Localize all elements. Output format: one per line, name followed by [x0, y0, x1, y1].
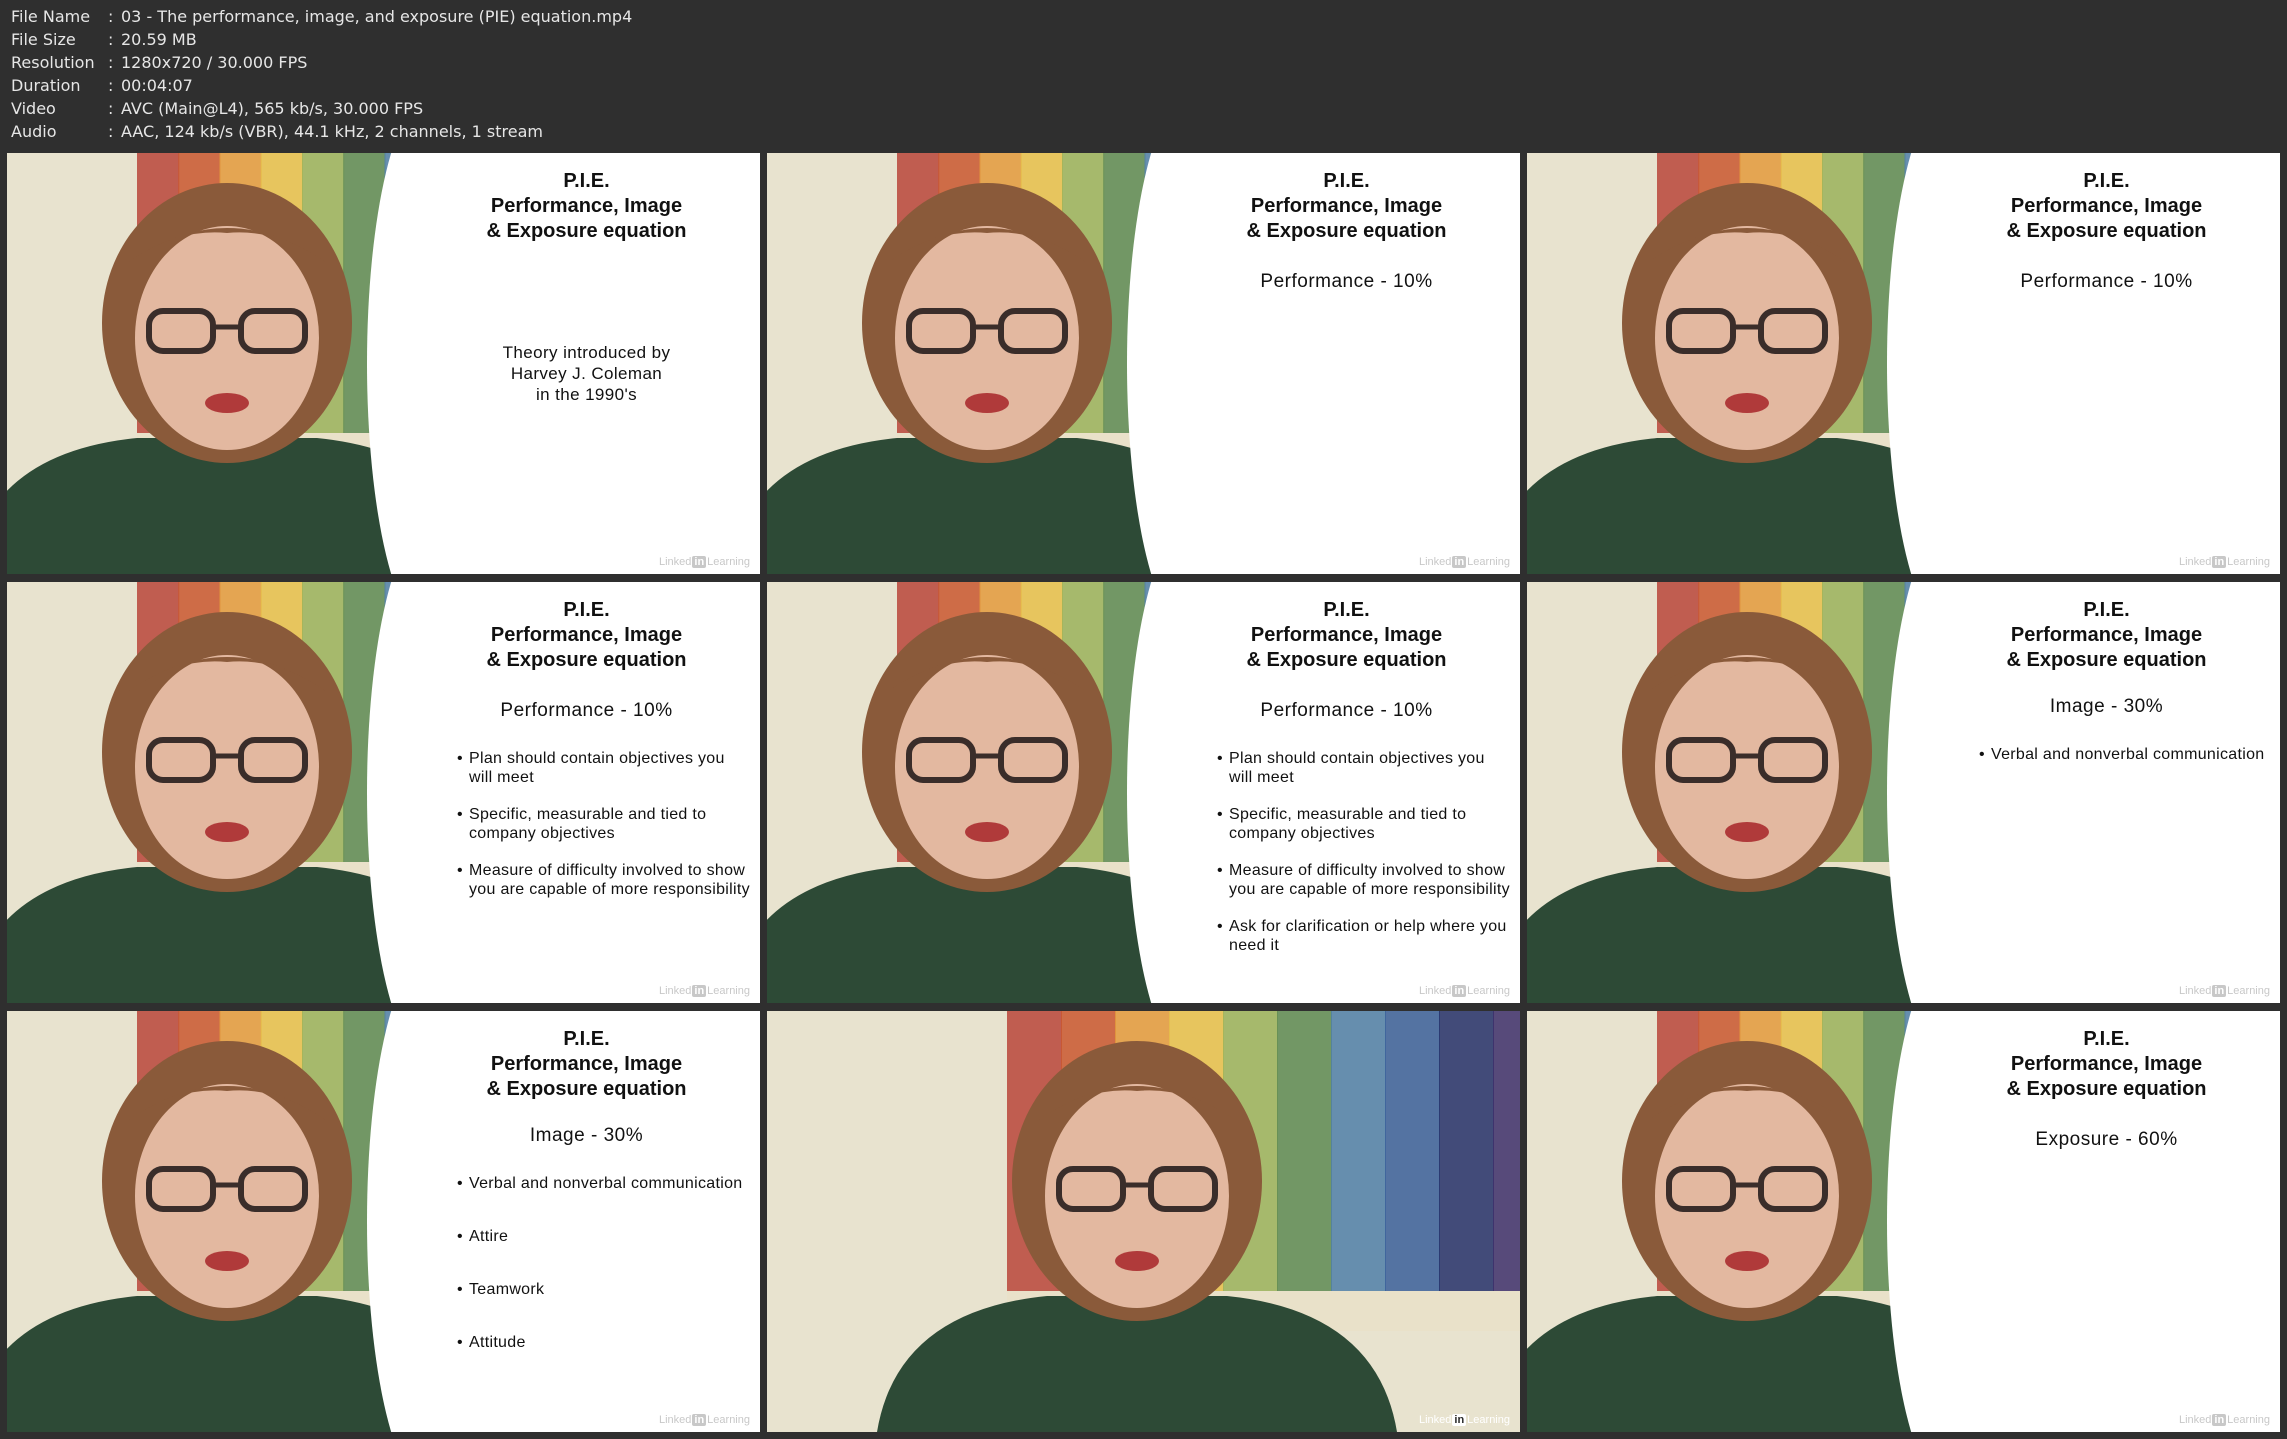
slide-title: P.I.E. Performance, Image & Exposure equat…: [1246, 170, 1447, 242]
linkedin-learning-watermark: Linked in Learning: [1418, 985, 1510, 997]
slide-panel: P.I.E. Performance, Image & Exposure equat…: [1887, 1011, 2280, 1432]
slide-bullet: Plan should contain objectives you will …: [457, 749, 750, 787]
slide-bullet-list: Verbal and nonverbal communication: [1955, 745, 2270, 764]
resolution-label: Resolution: [11, 53, 95, 72]
slide-bullet: Specific, measurable and tied to company…: [457, 805, 750, 843]
thumbnail-grid: P.I.E. Performance, Image & Exposure equat…: [0, 146, 2287, 1439]
slide-subtitle: Performance - 10%: [1260, 271, 1433, 292]
linkedin-learning-watermark: Linked in Learning: [2178, 1414, 2270, 1426]
duration-value: 00:04:07: [121, 76, 193, 95]
slide-subtitle: Image - 30%: [2049, 696, 2164, 717]
slide-title: P.I.E. Performance, Image & Exposure equat…: [486, 1028, 687, 1100]
slide-bullet: Ask for clarification or help where you …: [1217, 917, 1510, 955]
slide-bullet: Measure of difficulty involved to show y…: [1217, 861, 1510, 899]
slide-title: P.I.E. Performance, Image & Exposure equat…: [486, 170, 687, 242]
slide-title: P.I.E. Performance, Image & Exposure equat…: [486, 599, 687, 671]
video-frame-thumbnail: P.I.E. Performance, Image & Exposure equat…: [7, 1011, 760, 1432]
file-name-label: File Name: [11, 7, 91, 26]
slide-bullet: Attitude: [457, 1333, 750, 1352]
linkedin-learning-watermark: Linked in Learning: [2178, 556, 2270, 568]
slide-theory-text: Theory introduced by Harvey J. Coleman in …: [502, 343, 671, 404]
duration-label: Duration: [11, 76, 81, 95]
linkedin-learning-watermark: Linked in Learning: [658, 1414, 750, 1426]
slide-subtitle: Image - 30%: [529, 1125, 644, 1146]
linkedin-learning-watermark: Linked in Learning: [2178, 985, 2270, 997]
file-info-header: File Name : 03 - The performance, image,…: [0, 0, 2287, 146]
slide-panel: P.I.E. Performance, Image & Exposure equat…: [367, 1011, 760, 1432]
file-size-value: 20.59 MB: [121, 30, 197, 49]
linkedin-learning-watermark: Linked in Learning: [1418, 556, 1510, 568]
video-frame-thumbnail: P.I.E. Performance, Image & Exposure equat…: [7, 582, 760, 1003]
linkedin-learning-watermark: Linked in Learning: [658, 985, 750, 997]
slide-title: P.I.E. Performance, Image & Exposure equat…: [2006, 599, 2207, 671]
slide-title: P.I.E. Performance, Image & Exposure equat…: [2006, 170, 2207, 242]
slide-bullet: Specific, measurable and tied to company…: [1217, 805, 1510, 843]
slide-panel: P.I.E. Performance, Image & Exposure equat…: [1127, 153, 1520, 574]
slide-bullet-list: Plan should contain objectives you will …: [435, 749, 750, 899]
linkedin-learning-watermark: Linked in Learning: [1418, 1414, 1510, 1426]
slide-title: P.I.E. Performance, Image & Exposure equat…: [2006, 1028, 2207, 1100]
video-frame-thumbnail: P.I.E. Performance, Image & Exposure equat…: [767, 153, 1520, 574]
slide-panel: P.I.E. Performance, Image & Exposure equat…: [1127, 582, 1520, 1003]
video-value: AVC (Main@L4), 565 kb/s, 30.000 FPS: [121, 99, 424, 118]
video-frame-thumbnail: P.I.E. Performance, Image & Exposure equat…: [767, 582, 1520, 1003]
video-frame-thumbnail: P.I.E. Performance, Image & Exposure equat…: [1527, 1011, 2280, 1432]
video-label: Video: [11, 99, 56, 118]
video-frame-thumbnail: P.I.E. Performance, Image & Exposure equat…: [1527, 153, 2280, 574]
slide-bullet: Verbal and nonverbal communication: [457, 1174, 750, 1193]
slide-bullet: Attire: [457, 1227, 750, 1246]
file-name-value: 03 - The performance, image, and exposur…: [121, 7, 633, 26]
slide-subtitle: Performance - 10%: [1260, 700, 1433, 721]
frame-video-scene: [767, 1011, 1520, 1432]
slide-subtitle: Exposure - 60%: [2035, 1129, 2178, 1150]
slide-panel: P.I.E. Performance, Image & Exposure equat…: [1887, 153, 2280, 574]
slide-subtitle: Performance - 10%: [2020, 271, 2193, 292]
slide-bullet-list: Plan should contain objectives you will …: [1195, 749, 1510, 955]
slide-subtitle: Performance - 10%: [500, 700, 673, 721]
audio-value: AAC, 124 kb/s (VBR), 44.1 kHz, 2 channel…: [121, 122, 543, 141]
file-size-label: File Size: [11, 30, 76, 49]
slide-panel: P.I.E. Performance, Image & Exposure equat…: [367, 582, 760, 1003]
resolution-value: 1280x720 / 30.000 FPS: [121, 53, 308, 72]
slide-bullet: Verbal and nonverbal communication: [1979, 745, 2270, 764]
slide-bullet: Plan should contain objectives you will …: [1217, 749, 1510, 787]
slide-bullet-list: Verbal and nonverbal communication Attire…: [435, 1174, 750, 1352]
slide-bullet: Teamwork: [457, 1280, 750, 1299]
slide-bullet: Measure of difficulty involved to show y…: [457, 861, 750, 899]
audio-label: Audio: [11, 122, 57, 141]
video-frame-thumbnail: Linked in Learning: [767, 1011, 1520, 1432]
video-frame-thumbnail: P.I.E. Performance, Image & Exposure equat…: [7, 153, 760, 574]
video-frame-thumbnail: P.I.E. Performance, Image & Exposure equat…: [1527, 582, 2280, 1003]
slide-panel: P.I.E. Performance, Image & Exposure equat…: [367, 153, 760, 574]
slide-panel: P.I.E. Performance, Image & Exposure equat…: [1887, 582, 2280, 1003]
linkedin-learning-watermark: Linked in Learning: [658, 556, 750, 568]
slide-title: P.I.E. Performance, Image & Exposure equat…: [1246, 599, 1447, 671]
